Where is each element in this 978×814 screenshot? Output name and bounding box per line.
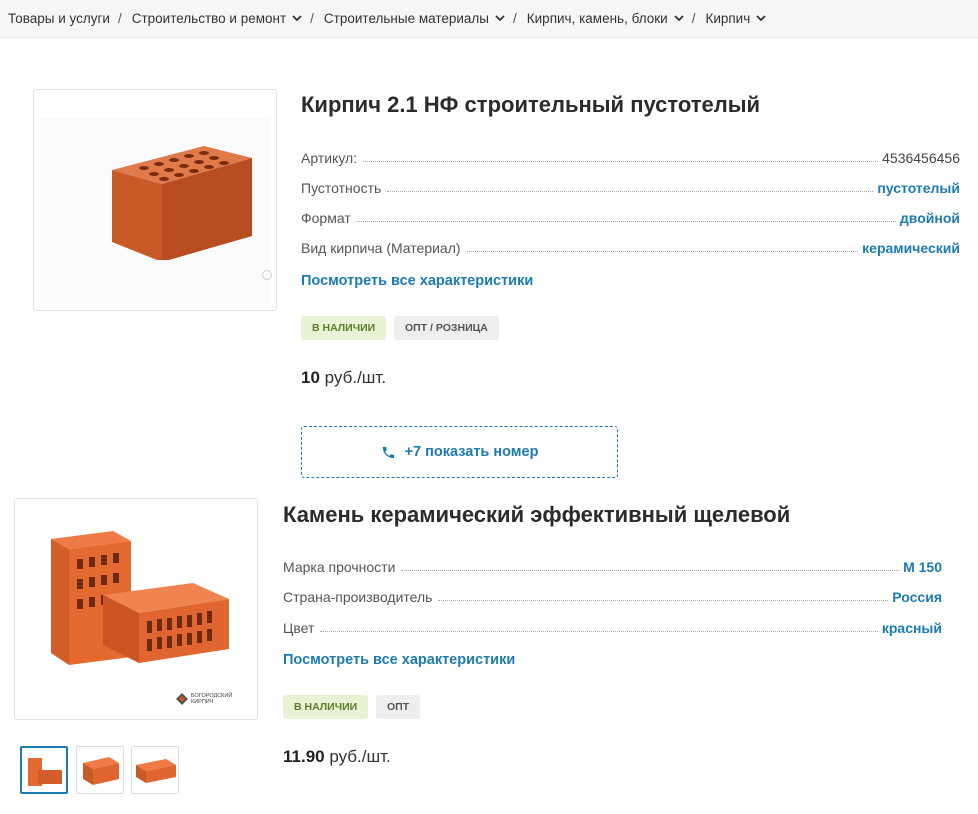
thumbnail-image [28, 758, 62, 786]
property-value-link[interactable]: красный [882, 620, 942, 636]
in-stock-badge: В НАЛИЧИИ [283, 695, 369, 719]
show-phone-button[interactable]: +7 показать номер [301, 426, 618, 478]
brand-logo: БОГОРОДСКИЙ КИРПИЧ [175, 692, 241, 706]
thumbnail-image [136, 759, 176, 783]
property-article: Артикул: 4536456456 [301, 150, 960, 166]
thumbnail-3[interactable] [131, 746, 179, 794]
property-value-link[interactable]: М 150 [903, 559, 942, 575]
phone-icon [381, 445, 396, 460]
breadcrumb-separator: / [691, 11, 696, 26]
chevron-down-icon [292, 15, 302, 22]
breadcrumb-item-brick[interactable]: Кирпич [705, 11, 766, 26]
chevron-down-icon [756, 15, 766, 22]
product-photo[interactable] [33, 89, 277, 311]
all-characteristics-link[interactable]: Посмотреть все характеристики [301, 273, 533, 289]
breadcrumb-item-goods[interactable]: Товары и услуги [8, 11, 110, 26]
chevron-down-icon [674, 15, 684, 22]
wholesale-badge: ОПТ [376, 695, 421, 719]
zoom-icon [262, 270, 272, 280]
price: 11.90 руб./шт. [283, 747, 391, 767]
property-value-link[interactable]: двойной [900, 210, 960, 226]
chevron-down-icon [495, 15, 505, 22]
product-title[interactable]: Камень керамический эффективный щелевой [283, 502, 790, 528]
property-material: Вид кирпича (Материал) керамический [301, 240, 960, 256]
ceramic-block-image [51, 531, 229, 665]
all-characteristics-link[interactable]: Посмотреть все характеристики [283, 652, 515, 668]
wholesale-badge: ОПТ / РОЗНИЦА [394, 316, 499, 340]
price-unit: руб./шт. [324, 368, 387, 387]
breadcrumb: Товары и услуги / Строительство и ремонт… [0, 0, 978, 38]
price-amount: 10 [301, 368, 320, 387]
breadcrumb-item-construction[interactable]: Строительство и ремонт [132, 11, 302, 26]
breadcrumb-separator: / [117, 11, 122, 26]
product-photo[interactable]: БОГОРОДСКИЙ КИРПИЧ [14, 498, 258, 720]
property-value-link[interactable]: керамический [862, 240, 960, 256]
property-value-link[interactable]: пустотелый [877, 180, 960, 196]
price-amount: 11.90 [283, 747, 325, 766]
property-color: Цвет красный [283, 620, 942, 636]
thumbnail-1[interactable] [20, 746, 68, 794]
breadcrumb-item-materials[interactable]: Строительные материалы [324, 11, 505, 26]
thumbnail-image [83, 757, 119, 785]
property-strength-grade: Марка прочности М 150 [283, 559, 942, 575]
breadcrumb-item-bricks-stones[interactable]: Кирпич, камень, блоки [527, 11, 684, 26]
price: 10 руб./шт. [301, 368, 386, 388]
breadcrumb-separator: / [513, 11, 517, 26]
property-value-link[interactable]: Россия [892, 589, 942, 605]
breadcrumb-separator: / [310, 11, 314, 26]
thumbnail-2[interactable] [76, 746, 124, 794]
price-unit: руб./шт. [329, 747, 391, 766]
property-country: Страна-производитель Россия [283, 589, 942, 605]
in-stock-badge: В НАЛИЧИИ [301, 316, 387, 340]
property-hollowness: Пустотность пустотелый [301, 180, 960, 196]
brick-image [112, 146, 252, 260]
property-format: Формат двойной [301, 210, 960, 226]
product-title[interactable]: Кирпич 2.1 НФ строительный пустотелый [301, 92, 760, 118]
